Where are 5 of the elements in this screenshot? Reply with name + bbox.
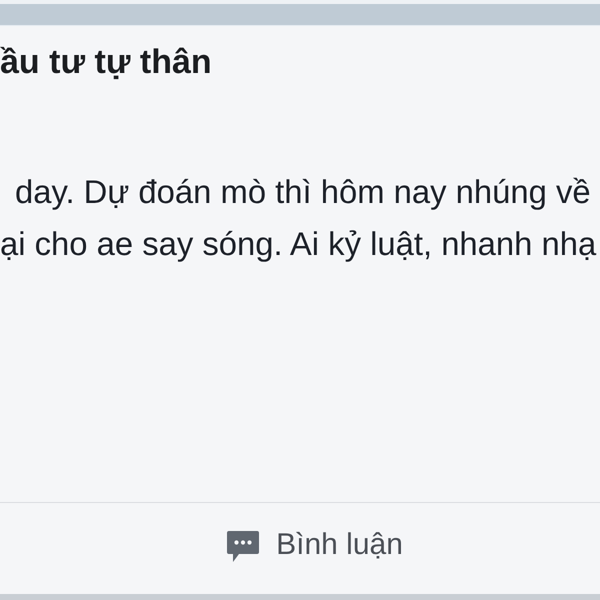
comment-button[interactable]: Bình luận [217, 522, 413, 568]
post-text-line: day. Dự đoán mò thì hôm nay nhúng về [15, 172, 591, 212]
comment-icon [227, 530, 260, 562]
post-title: ầu tư tự thân [0, 42, 212, 82]
post-text-line: ại cho ae say sóng. Ai kỷ luật, nhanh nhạ [0, 224, 596, 264]
